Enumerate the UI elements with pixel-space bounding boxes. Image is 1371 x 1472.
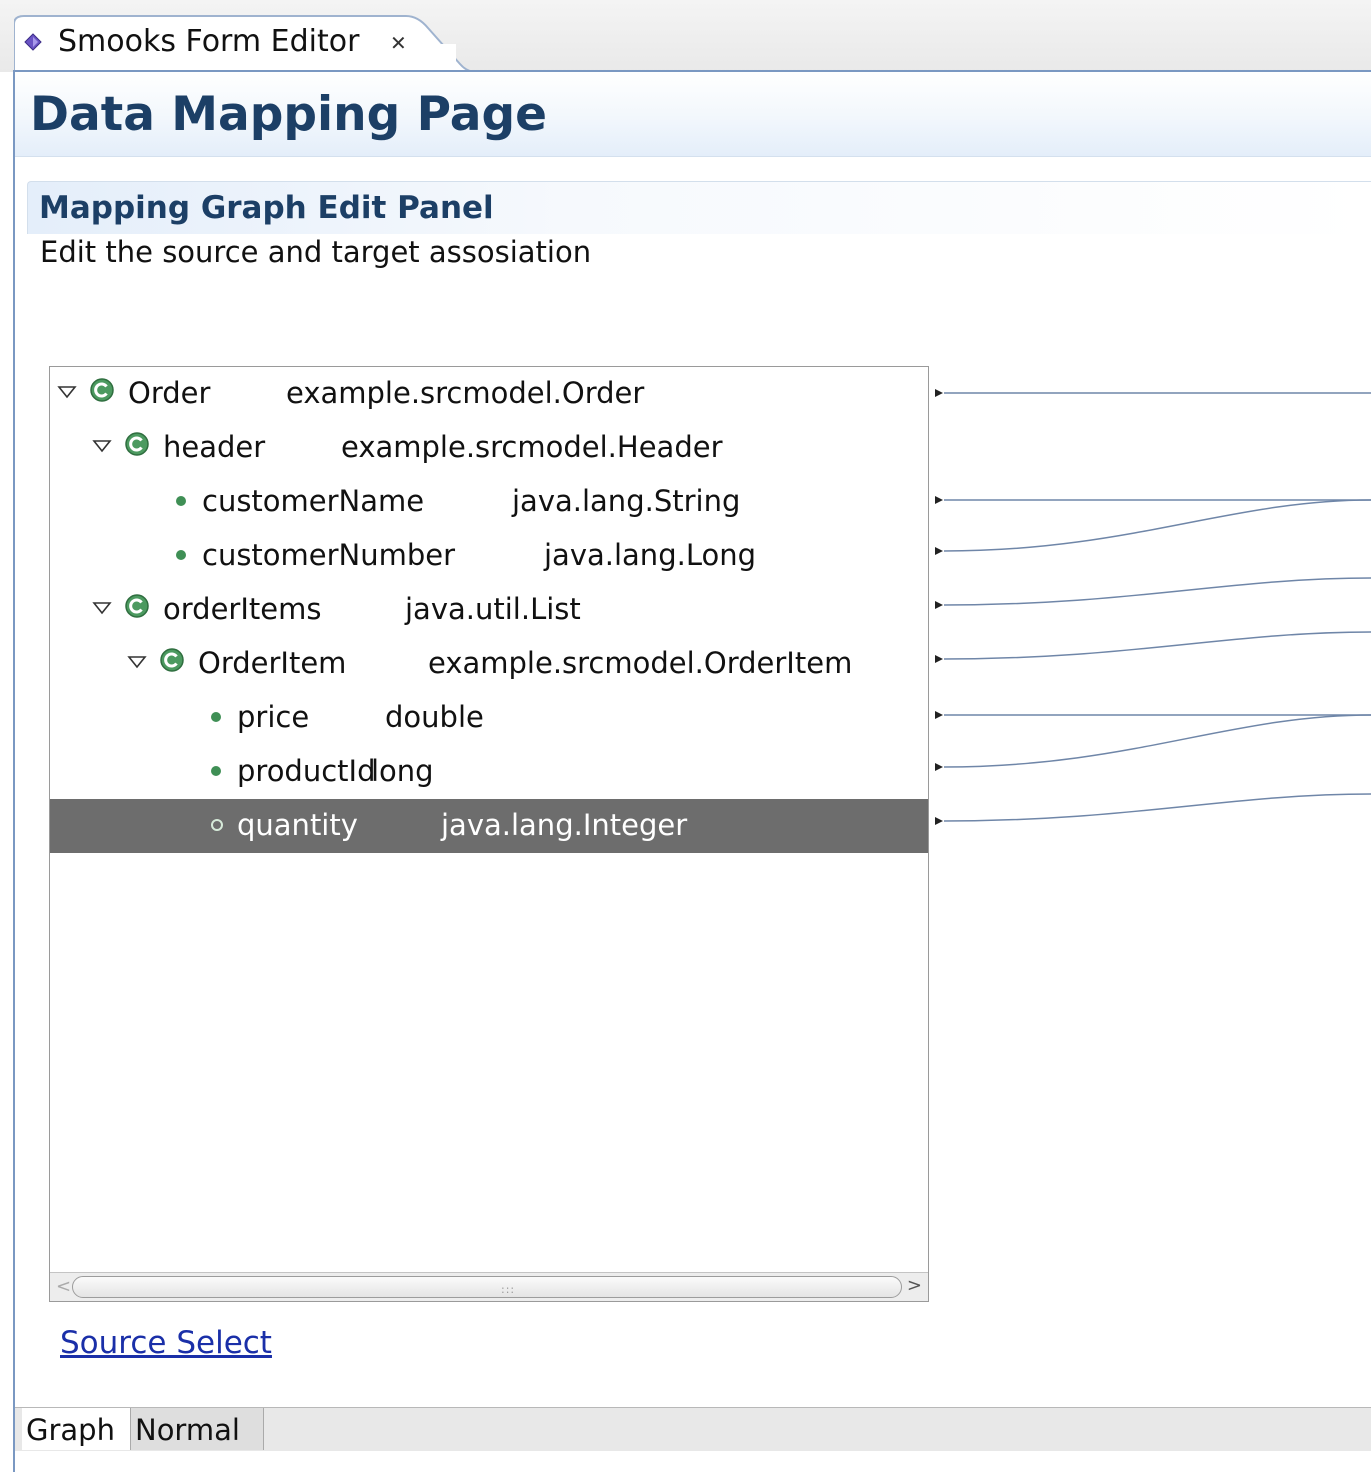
connection-anchor-icon	[935, 763, 943, 771]
connection-anchor-icon	[935, 601, 943, 609]
tree-row[interactable]: quantity java.lang.Integer	[50, 799, 928, 853]
tree-row-name: price	[237, 700, 310, 734]
scrollbar-grip-icon: :::	[501, 1283, 516, 1296]
connection-line	[943, 499, 1371, 552]
source-select-link[interactable]: Source Select	[60, 1324, 272, 1362]
tree-row-type: example.srcmodel.OrderItem	[428, 646, 853, 680]
field-dot-icon	[211, 766, 221, 776]
field-dot-icon	[176, 496, 186, 506]
mapping-connections	[935, 389, 1371, 825]
page-title: Data Mapping Page	[30, 87, 548, 142]
connection-anchor-icon	[935, 655, 943, 663]
editor-icon	[24, 33, 42, 51]
tree-row[interactable]: Order example.srcmodel.Order	[50, 367, 928, 421]
expand-triangle-icon[interactable]	[56, 381, 78, 403]
class-icon	[90, 378, 114, 402]
tree-row[interactable]: productId long	[50, 745, 928, 799]
expand-triangle-icon[interactable]	[91, 435, 113, 457]
tree-row[interactable]: price double	[50, 691, 928, 745]
scroll-right-icon[interactable]: >	[907, 1275, 922, 1296]
tree-row[interactable]: OrderItem example.srcmodel.OrderItem	[50, 637, 928, 691]
connection-anchor-icon	[935, 496, 943, 504]
section-title[interactable]: Mapping Graph Edit Panel	[39, 189, 494, 227]
scrollbar-thumb[interactable]: :::	[72, 1276, 902, 1298]
connection-anchor-icon	[935, 389, 943, 397]
class-icon	[160, 648, 184, 672]
tree-row-type: example.srcmodel.Header	[341, 430, 723, 464]
tree-row-type: double	[385, 700, 484, 734]
connection-anchor-icon	[935, 711, 943, 719]
tree-row-name: customerName	[202, 484, 425, 518]
tree-row-type: java.util.List	[405, 592, 581, 626]
source-tree[interactable]: Order example.srcmodel.Order header example…	[49, 366, 929, 1302]
close-icon[interactable]: ✕	[390, 33, 407, 53]
tree-row-name: quantity	[237, 808, 358, 842]
tab-graph[interactable]: Graph	[22, 1408, 130, 1450]
field-dot-icon	[176, 550, 186, 560]
expand-triangle-icon[interactable]	[91, 597, 113, 619]
tree-row-type: long	[371, 754, 434, 788]
field-dot-icon	[211, 712, 221, 722]
tree-row-type: java.lang.Long	[544, 538, 756, 572]
tree-row[interactable]: customerName java.lang.String	[50, 475, 928, 529]
tree-row-type: example.srcmodel.Order	[286, 376, 645, 410]
tree-row[interactable]: header example.srcmodel.Header	[50, 421, 928, 475]
class-icon	[125, 594, 149, 618]
tree-row[interactable]: orderItems java.util.List	[50, 583, 928, 637]
tree-row-name: header	[163, 430, 266, 464]
tree-row-type: java.lang.String	[512, 484, 741, 518]
scroll-left-icon[interactable]: <	[56, 1276, 71, 1297]
connection-line	[943, 714, 1371, 768]
connection-line	[943, 631, 1371, 660]
tree-row-name: orderItems	[163, 592, 322, 626]
tree-row-name: productId	[237, 754, 376, 788]
tree-row-name: customerNumber	[202, 538, 456, 572]
tree-row-name: Order	[128, 376, 211, 410]
tree-row-type: java.lang.Integer	[441, 808, 688, 842]
connection-anchor-icon	[935, 547, 943, 555]
horizontal-scrollbar[interactable]: < ::: >	[50, 1272, 928, 1301]
tree-row-name: OrderItem	[198, 646, 347, 680]
connection-line	[943, 577, 1371, 606]
editor-tab-smooks[interactable]: Smooks Form Editor ✕	[14, 14, 474, 72]
class-icon	[125, 432, 149, 456]
connection-anchor-icon	[935, 817, 943, 825]
field-dot-icon	[211, 819, 223, 831]
tree-row[interactable]: customerNumber java.lang.Long	[50, 529, 928, 583]
tab-normal[interactable]: Normal	[130, 1408, 264, 1450]
connection-line	[943, 793, 1371, 822]
section-description: Edit the source and target assosiation	[40, 235, 592, 269]
editor-tab-label: Smooks Form Editor	[58, 24, 360, 59]
expand-triangle-icon[interactable]	[126, 651, 148, 673]
